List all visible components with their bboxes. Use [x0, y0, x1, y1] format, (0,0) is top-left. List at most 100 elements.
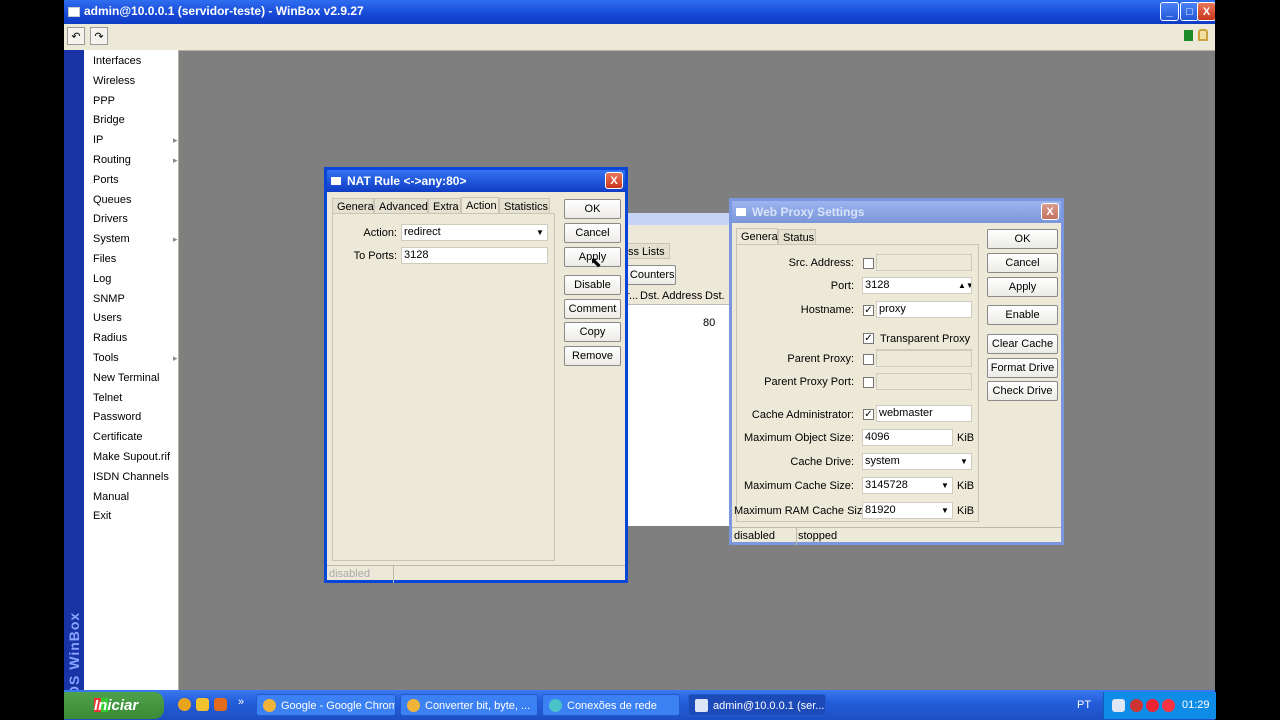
reset-counters-button[interactable]: l Counters: [624, 265, 676, 285]
nat-status-bar: disabled: [327, 565, 625, 583]
cache-admin-checkbox[interactable]: ✓: [863, 409, 874, 420]
taskbar-item-winbox[interactable]: admin@10.0.0.1 (ser...: [688, 694, 826, 716]
clear-cache-button[interactable]: Clear Cache: [987, 334, 1058, 354]
taskbar-item-network[interactable]: Conexões de rede: [542, 694, 680, 716]
cancel-button[interactable]: Cancel: [987, 253, 1058, 273]
tray-app-icon[interactable]: [1146, 699, 1159, 712]
transparent-proxy-checkbox[interactable]: ✓: [863, 333, 874, 344]
src-address-input[interactable]: [876, 254, 972, 271]
window-title-bar[interactable]: admin@10.0.0.1 (servidor-teste) - WinBox…: [64, 0, 1215, 24]
parent-proxy-checkbox[interactable]: [863, 354, 874, 365]
sidebar-item-radius[interactable]: Radius: [93, 329, 127, 347]
chevron-down-icon[interactable]: ▼: [958, 455, 970, 468]
sidebar-item-tools[interactable]: Tools ▸: [93, 349, 178, 367]
chevron-down-icon[interactable]: ▲▼: [958, 279, 971, 292]
sidebar-item-exit[interactable]: Exit: [93, 507, 111, 525]
chrome-quicklaunch-icon[interactable]: [178, 698, 191, 711]
copy-button[interactable]: Copy: [564, 322, 621, 342]
sidebar-item-bridge[interactable]: Bridge: [93, 111, 125, 129]
sidebar-item-queues[interactable]: Queues: [93, 191, 132, 209]
cache-admin-input[interactable]: webmaster: [876, 405, 972, 422]
parent-proxy-port-input[interactable]: [876, 373, 972, 390]
redo-icon[interactable]: ↷: [90, 27, 108, 45]
close-icon[interactable]: X: [605, 172, 623, 189]
sidebar-item-password[interactable]: Password: [93, 408, 141, 426]
close-button[interactable]: X: [1197, 2, 1215, 21]
sidebar-item-make-supout-rif[interactable]: Make Supout.rif: [93, 448, 170, 466]
port-input[interactable]: 3128 ▲▼: [862, 277, 972, 294]
max-cache-size-select[interactable]: 3145728 ▼: [862, 477, 953, 494]
max-object-size-input[interactable]: 4096: [862, 429, 953, 446]
sidebar-item-telnet[interactable]: Telnet: [93, 389, 122, 407]
tab-statistics[interactable]: Statistics: [499, 198, 550, 214]
chevron-down-icon[interactable]: ▼: [534, 226, 546, 239]
undo-icon[interactable]: ↶: [67, 27, 85, 45]
sidebar-item-users[interactable]: Users: [93, 309, 122, 327]
sidebar-item-label: Files: [93, 253, 117, 265]
max-ram-cache-select[interactable]: 81920 ▼: [862, 502, 953, 519]
taskbar-item-chrome[interactable]: Google - Google Chrome: [256, 694, 396, 716]
parent-proxy-port-checkbox[interactable]: [863, 377, 874, 388]
sidebar-item-new-terminal[interactable]: New Terminal: [93, 369, 159, 387]
tab-action[interactable]: Action: [461, 197, 499, 214]
table-row-port[interactable]: 80: [703, 317, 715, 329]
web-proxy-title-bar[interactable]: Web Proxy Settings X: [732, 201, 1061, 223]
sidebar-item-wireless[interactable]: Wireless: [93, 72, 135, 90]
web-proxy-dialog: Web Proxy Settings X General Status Src.…: [729, 198, 1064, 545]
tray-network-icon[interactable]: [1112, 699, 1125, 712]
comment-button[interactable]: Comment: [564, 299, 621, 319]
port-label: Port:: [830, 280, 854, 292]
sidebar-item-label: Users: [93, 312, 122, 325]
check-drive-button[interactable]: Check Drive: [987, 381, 1058, 401]
tab-extra[interactable]: Extra: [428, 198, 461, 214]
cache-drive-select[interactable]: system ▼: [862, 453, 972, 470]
sidebar-item-files[interactable]: Files: [93, 250, 116, 268]
quicklaunch-more[interactable]: »: [238, 696, 244, 708]
cancel-button[interactable]: Cancel: [564, 223, 621, 243]
max-object-size-label: Maximum Object Size:: [743, 432, 854, 444]
nat-rule-title-bar[interactable]: NAT Rule <->any:80> X: [327, 170, 625, 192]
sidebar-item-certificate[interactable]: Certificate: [93, 428, 143, 446]
tray-security-icon[interactable]: [1162, 699, 1175, 712]
src-address-checkbox[interactable]: [863, 258, 874, 269]
language-indicator[interactable]: PT: [1077, 699, 1091, 711]
tab-status[interactable]: Status: [778, 229, 816, 245]
sidebar-item-snmp[interactable]: SNMP: [93, 290, 125, 308]
disable-button[interactable]: Disable: [564, 275, 621, 295]
app-quicklaunch-icon[interactable]: [214, 698, 227, 711]
ok-button[interactable]: OK: [987, 229, 1058, 249]
ok-button[interactable]: OK: [564, 199, 621, 219]
sidebar-item-drivers[interactable]: Drivers: [93, 210, 128, 228]
enable-button[interactable]: Enable: [987, 305, 1058, 325]
tab-general[interactable]: General: [332, 198, 376, 214]
taskbar: Iniciar » Google - Google Chrome Convert…: [64, 690, 1216, 720]
apply-button[interactable]: Apply: [987, 277, 1058, 297]
sidebar-item-log[interactable]: Log: [93, 270, 111, 288]
sidebar-item-manual[interactable]: Manual: [93, 488, 129, 506]
chevron-down-icon[interactable]: ▼: [939, 504, 951, 517]
sidebar-item-ppp[interactable]: PPP: [93, 92, 115, 110]
parent-proxy-input[interactable]: [876, 350, 972, 367]
sidebar-item-routing[interactable]: Routing ▸: [93, 151, 178, 169]
hostname-input[interactable]: proxy: [876, 301, 972, 318]
minimize-button[interactable]: _: [1160, 2, 1179, 21]
sidebar-item-interfaces[interactable]: Interfaces: [93, 52, 141, 70]
chevron-down-icon[interactable]: ▼: [939, 479, 951, 492]
tab-address-lists[interactable]: ss Lists: [624, 243, 670, 259]
sidebar-item-ip[interactable]: IP ▸: [93, 131, 178, 149]
to-ports-input[interactable]: 3128: [401, 247, 548, 264]
close-icon[interactable]: X: [1041, 203, 1059, 220]
sidebar-item-isdn-channels[interactable]: ISDN Channels: [93, 468, 169, 486]
taskbar-item-converter[interactable]: Converter bit, byte, ...: [400, 694, 538, 716]
action-select[interactable]: redirect ▼: [401, 224, 548, 241]
remove-button[interactable]: Remove: [564, 346, 621, 366]
tab-advanced[interactable]: Advanced: [374, 198, 428, 214]
format-drive-button[interactable]: Format Drive: [987, 358, 1058, 378]
sidebar-item-ports[interactable]: Ports: [93, 171, 119, 189]
tray-antivirus-icon[interactable]: [1130, 699, 1143, 712]
tab-general[interactable]: General: [736, 228, 780, 245]
folder-quicklaunch-icon[interactable]: [196, 698, 209, 711]
start-button[interactable]: Iniciar: [64, 692, 164, 719]
sidebar-item-system[interactable]: System ▸: [93, 230, 178, 248]
hostname-checkbox[interactable]: ✓: [863, 305, 874, 316]
